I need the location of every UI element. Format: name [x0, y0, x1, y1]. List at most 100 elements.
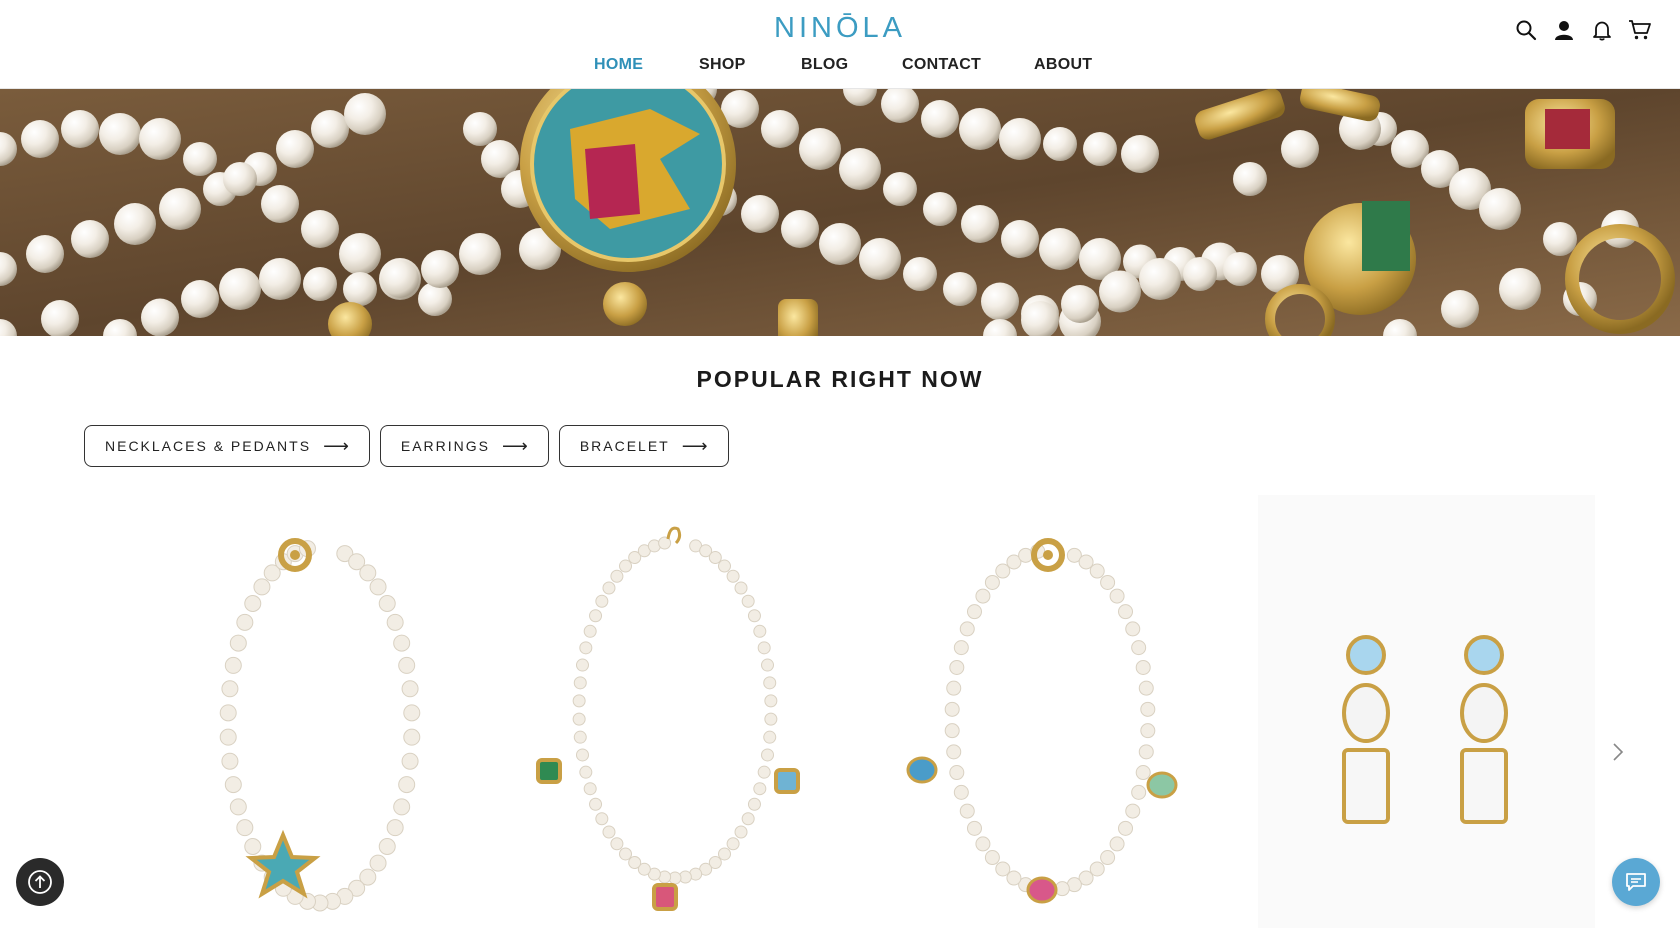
- pearl: [403, 704, 421, 722]
- pearl: [344, 93, 386, 135]
- pearl: [949, 659, 965, 675]
- pearl: [572, 694, 586, 708]
- pearl: [953, 784, 969, 800]
- pearl: [236, 819, 254, 837]
- pearl: [224, 656, 242, 674]
- pearl: [589, 797, 603, 811]
- pearl: [595, 594, 609, 608]
- pearl: [421, 250, 459, 288]
- pearl: [602, 825, 616, 839]
- pearl: [903, 257, 937, 291]
- pearl: [1109, 588, 1125, 604]
- pearl: [359, 564, 377, 582]
- pearl: [753, 624, 767, 638]
- pearl: [401, 680, 419, 698]
- pearl: [1099, 270, 1141, 313]
- pearl: [1078, 554, 1094, 570]
- pearl: [763, 730, 777, 744]
- site-header: NINŌLA HOME SHOP BLOG CONTACT ABOUT: [0, 0, 1680, 89]
- user-icon[interactable]: [1552, 18, 1576, 42]
- pearl: [628, 855, 642, 869]
- pearl: [1479, 188, 1521, 230]
- pearl: [999, 118, 1041, 160]
- pearl: [761, 110, 799, 148]
- product-card[interactable]: [160, 495, 485, 928]
- pearl: [579, 765, 593, 779]
- nav-blog[interactable]: BLOG: [801, 56, 848, 74]
- pearl: [747, 797, 761, 811]
- pearl: [717, 559, 731, 573]
- product-card[interactable]: [900, 495, 1215, 928]
- pearl: [949, 765, 965, 781]
- pearl: [386, 819, 404, 837]
- pearl: [583, 782, 597, 796]
- nav-shop[interactable]: SHOP: [699, 56, 746, 74]
- arrow-right-icon: ⟶: [681, 436, 708, 456]
- pearl: [311, 110, 349, 148]
- search-icon[interactable]: [1514, 18, 1538, 42]
- filter-earrings-button[interactable]: EARRINGS ⟶: [379, 425, 549, 467]
- bell-icon[interactable]: [1590, 18, 1614, 42]
- product-card[interactable]: [530, 495, 840, 928]
- hero-pearls-image: [0, 89, 1680, 336]
- pearl: [1233, 162, 1267, 196]
- pearl: [21, 120, 59, 158]
- pearl: [183, 142, 217, 176]
- pearl: [984, 574, 1000, 590]
- site-logo[interactable]: NINŌLA: [0, 12, 1680, 45]
- pearl: [572, 712, 586, 726]
- pearl: [401, 752, 419, 770]
- pearl: [459, 233, 501, 275]
- pearl: [575, 748, 589, 762]
- pearl: [244, 837, 262, 855]
- arrow-right-icon: ⟶: [323, 436, 349, 456]
- pearl: [602, 581, 616, 595]
- product-card[interactable]: [1258, 495, 1595, 928]
- carousel-next-icon[interactable]: [1608, 740, 1628, 764]
- pearl: [219, 268, 261, 310]
- pearl: [984, 850, 1000, 866]
- pearl: [219, 728, 237, 746]
- pearl: [261, 185, 299, 223]
- section-title: POPULAR RIGHT NOW: [696, 366, 984, 392]
- pearl: [923, 192, 957, 226]
- pearl: [343, 272, 377, 306]
- nav-about[interactable]: ABOUT: [1034, 56, 1092, 74]
- pearl: [1441, 290, 1479, 328]
- pearl: [1140, 723, 1156, 739]
- pearl: [764, 694, 778, 708]
- pearl: [859, 238, 901, 280]
- pearl: [26, 235, 64, 273]
- pearl: [159, 188, 201, 230]
- pearl: [378, 595, 396, 613]
- chat-button[interactable]: [1612, 858, 1660, 906]
- pearl: [1131, 784, 1147, 800]
- pearl: [1039, 228, 1081, 270]
- pearl: [393, 798, 411, 816]
- pearl: [619, 847, 633, 861]
- product-image-turtle-necklace: [906, 538, 1178, 904]
- pearl: [141, 298, 179, 336]
- scroll-top-button[interactable]: [16, 858, 64, 906]
- cart-icon[interactable]: [1628, 18, 1652, 42]
- pearl: [995, 861, 1011, 877]
- pearl: [966, 820, 982, 836]
- pearl: [1121, 135, 1159, 173]
- pearl: [573, 676, 587, 690]
- pearl: [995, 563, 1011, 579]
- pearl: [579, 641, 593, 655]
- earring-left: [1342, 635, 1390, 824]
- pearl: [463, 112, 497, 146]
- nav-contact[interactable]: CONTACT: [902, 56, 981, 74]
- pearl: [589, 609, 603, 623]
- pearl: [943, 272, 977, 306]
- filter-necklaces-button[interactable]: NECKLACES & PEDANTS ⟶: [84, 425, 370, 467]
- pearl: [236, 613, 254, 631]
- filter-bracelet-button[interactable]: BRACELET ⟶: [558, 425, 729, 467]
- pearl: [757, 641, 771, 655]
- nav-home[interactable]: HOME: [594, 56, 643, 74]
- arrow-right-icon: ⟶: [502, 436, 528, 456]
- pearl: [1089, 861, 1105, 877]
- pearl: [946, 680, 962, 696]
- header-actions: [1514, 16, 1652, 44]
